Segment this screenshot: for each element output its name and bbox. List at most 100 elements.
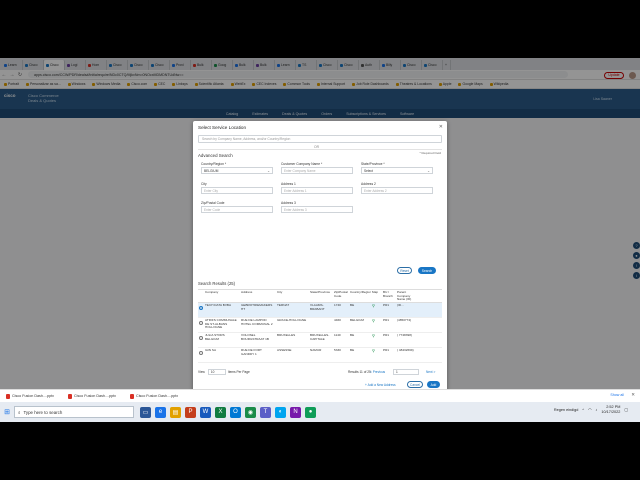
cell-zip: 1140 bbox=[334, 333, 341, 337]
powerpoint-icon[interactable]: P bbox=[185, 406, 196, 418]
view-select[interactable]: 10 bbox=[207, 369, 226, 375]
teams-icon[interactable]: T bbox=[260, 406, 271, 418]
address2-input[interactable]: Enter Address 2 bbox=[361, 187, 433, 194]
download-items: Cisco Fusion Dash....pptx Cisco Fusion Da… bbox=[6, 393, 179, 399]
modal-overlay: Select Service Location ✕ Search by Comp… bbox=[0, 58, 640, 422]
app-icon[interactable]: ● bbox=[305, 406, 316, 418]
excel-icon[interactable]: X bbox=[215, 406, 226, 418]
column-header: Country/Region bbox=[350, 290, 371, 294]
map-pin-icon[interactable]: ⚲ bbox=[372, 348, 375, 353]
column-header: City bbox=[277, 290, 283, 294]
or-text: OR bbox=[312, 145, 322, 149]
taskbar-search-placeholder: Type here to search bbox=[23, 409, 63, 415]
country-select[interactable]: BELGIUM ⌄ bbox=[201, 167, 273, 174]
address1-input[interactable]: Enter Address 1 bbox=[281, 187, 353, 194]
column-header: State/Province bbox=[310, 290, 331, 294]
quick-search-input[interactable]: Search by Company Name, Address, and/or … bbox=[198, 135, 442, 143]
address3-label: Address 3 bbox=[281, 201, 296, 205]
cell-zip: 4460 bbox=[334, 318, 341, 322]
windows-start-icon[interactable]: ⊞ bbox=[0, 408, 14, 416]
close-icon[interactable]: ✕ bbox=[631, 392, 635, 398]
country-value: BELGIUM bbox=[204, 168, 219, 173]
weather-text[interactable]: Regen eindigd bbox=[554, 408, 579, 412]
results-table-body: TECH DATA BVBA GEBROTRIEMAKERS HT TERNAT VL… bbox=[198, 303, 442, 363]
edge-icon[interactable]: e bbox=[155, 406, 166, 418]
taskbar-search[interactable]: ⌕ Type here to search bbox=[14, 406, 134, 418]
add-button[interactable]: Add bbox=[427, 381, 440, 388]
file-explorer-icon[interactable]: ▤ bbox=[170, 406, 181, 418]
search-button[interactable]: Search bbox=[418, 267, 436, 274]
page-select[interactable]: 1 bbox=[393, 369, 419, 375]
city-label: City bbox=[201, 182, 207, 186]
cell-address: GEBROTRIEMAKERS HT bbox=[241, 303, 273, 311]
city-input[interactable]: Enter City bbox=[201, 187, 273, 194]
cell-state: VLAAMS-BRABANT bbox=[310, 303, 325, 311]
download-item[interactable]: Cisco Fusion Dash....pptx bbox=[68, 393, 116, 399]
volume-icon[interactable]: ♪ bbox=[595, 408, 597, 412]
cell-address: VOLOSEL BOURGSTRAAT 1B bbox=[241, 333, 269, 341]
search-icon: ⌕ bbox=[18, 409, 21, 415]
webex-icon[interactable]: ◐ bbox=[275, 406, 286, 418]
cell-country: BE bbox=[350, 333, 355, 337]
map-cell: ⚲ bbox=[371, 348, 382, 355]
results-title: Search Results (25) bbox=[198, 281, 236, 286]
add-new-address-link[interactable]: + Add a New Address bbox=[365, 383, 396, 387]
cancel-button[interactable]: Cancel bbox=[407, 381, 423, 388]
cell-country: BELGIUM bbox=[350, 318, 364, 322]
word-icon[interactable]: W bbox=[200, 406, 211, 418]
notifications-icon[interactable]: ▢ bbox=[624, 407, 628, 412]
previous-button[interactable]: < Previous bbox=[370, 370, 385, 374]
map-pin-icon[interactable]: ⚲ bbox=[372, 333, 375, 338]
map-pin-icon[interactable]: ⚲ bbox=[372, 303, 375, 308]
cell-bu: PR1 bbox=[383, 318, 390, 322]
chrome-icon[interactable]: ◉ bbox=[245, 406, 256, 418]
map-pin-icon[interactable]: ⚲ bbox=[372, 318, 375, 323]
download-filename: Cisco Fusion Dash....pptx bbox=[12, 394, 55, 398]
zip-input[interactable]: Enter Code bbox=[201, 206, 273, 213]
cell-company: ATRIFS COMMUNALE DE ST-ALBANS HOLLOGNE bbox=[205, 318, 237, 330]
close-icon[interactable]: ✕ bbox=[439, 124, 443, 130]
row-radio[interactable] bbox=[199, 306, 203, 310]
row-radio[interactable] bbox=[199, 351, 203, 355]
row-radio[interactable] bbox=[199, 336, 203, 340]
table-row[interactable]: TECH DATA BVBA GEBROTRIEMAKERS HT TERNAT VL… bbox=[198, 303, 442, 318]
state-select[interactable]: Select ⌄ bbox=[361, 167, 433, 174]
reset-button[interactable]: Reset bbox=[397, 267, 412, 274]
table-row[interactable]: IAIN SA RUE DE FORT GANDDY 1 ASSESSE NAMUR 5… bbox=[198, 348, 442, 363]
show-all-link[interactable]: Show all bbox=[610, 393, 624, 397]
map-cell: ⚲ bbox=[371, 333, 382, 340]
clock[interactable]: 2:52 PM 10/17/2022 bbox=[601, 405, 620, 414]
download-filename: Cisco Fusion Dash....pptx bbox=[136, 394, 179, 398]
cell-bu: PR1 bbox=[383, 348, 390, 352]
download-item[interactable]: Cisco Fusion Dash....pptx bbox=[6, 393, 55, 399]
tray-chevron-icon[interactable]: ^ bbox=[582, 408, 584, 412]
network-icon[interactable]: ◠ bbox=[588, 407, 591, 412]
outlook-icon[interactable]: O bbox=[230, 406, 241, 418]
state-label: State/Province * bbox=[361, 162, 385, 166]
cell-city: GRACE-HOLLOGNE bbox=[277, 318, 307, 322]
download-item[interactable]: Cisco Fusion Dash....pptx bbox=[130, 393, 179, 399]
column-header: Map bbox=[372, 290, 379, 294]
country-label: Country/Region * bbox=[201, 162, 227, 166]
cell-zip: 5330 bbox=[334, 348, 341, 352]
table-row[interactable]: JULIA STORS BELGIUM VOLOSEL BOURGSTRAAT 1… bbox=[198, 333, 442, 348]
state-value: Select bbox=[364, 168, 373, 173]
address2-label: Address 2 bbox=[361, 182, 376, 186]
cell-country: BE bbox=[350, 348, 355, 352]
screen: Learn Cisco Cisco Logi Hom Cisco Cisco Cisco Pro… bbox=[0, 58, 640, 422]
zip-label: Zip/Postal Code bbox=[201, 201, 225, 205]
results-table-header: Company Address City State/Province Zip/Post… bbox=[198, 290, 442, 303]
column-header: Zip/Postal Code bbox=[334, 290, 348, 298]
cell-parent: ( 7748398) bbox=[397, 333, 412, 337]
cell-parent: (4850774) bbox=[397, 318, 412, 322]
task-view-icon[interactable]: ▭ bbox=[140, 406, 151, 418]
row-radio[interactable] bbox=[199, 321, 203, 325]
table-row[interactable]: ATRIFS COMMUNALE DE ST-ALBANS HOLLOGNE RU… bbox=[198, 318, 442, 333]
cell-country: BE bbox=[350, 303, 355, 307]
onenote-icon[interactable]: N bbox=[290, 406, 301, 418]
next-button[interactable]: Next > bbox=[426, 370, 435, 374]
address3-input[interactable]: Enter Address 3 bbox=[281, 206, 353, 213]
company-input[interactable]: Enter Company Name bbox=[281, 167, 353, 174]
cell-city: TERNAT bbox=[277, 303, 290, 307]
windows-taskbar: ⊞ ⌕ Type here to search ▭ e ▤ P W X O ◉ … bbox=[0, 402, 640, 422]
